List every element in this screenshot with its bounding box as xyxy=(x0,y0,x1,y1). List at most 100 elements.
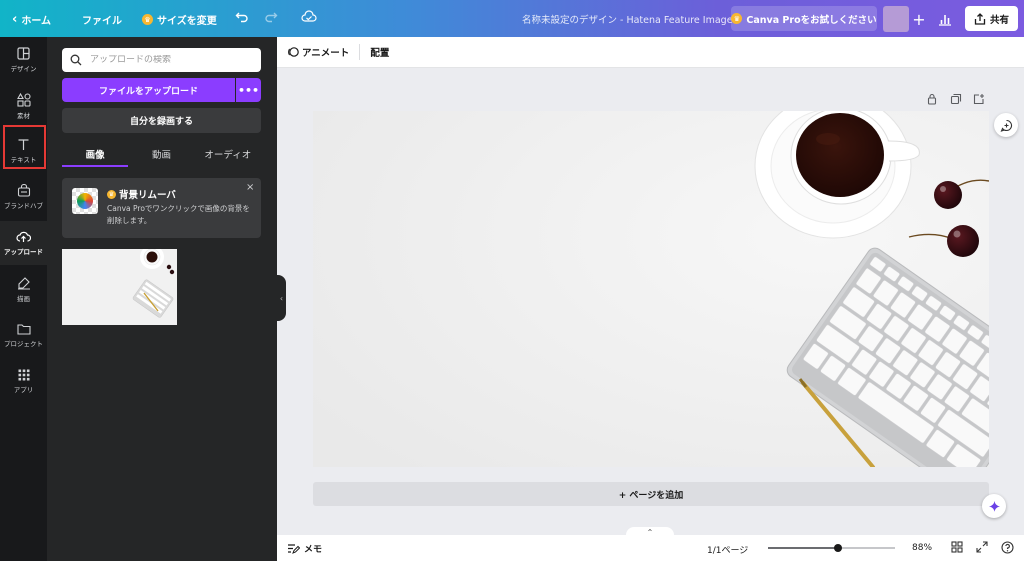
undo-icon xyxy=(235,12,248,23)
cloud-saved-icon xyxy=(301,10,317,22)
avatar[interactable] xyxy=(883,6,909,32)
cloud-save-status[interactable] xyxy=(301,10,317,24)
nav-label: ブランドハブ xyxy=(4,202,43,210)
document-title[interactable]: 名称未設定のデザイン - Hatena Feature Image xyxy=(522,12,733,26)
tab-images[interactable]: 画像 xyxy=(62,141,129,167)
nav-label: 描画 xyxy=(17,294,30,303)
uploaded-image-thumbnail[interactable] xyxy=(62,249,177,325)
close-icon[interactable]: × xyxy=(246,182,254,193)
notes-icon xyxy=(288,544,300,554)
tab-videos[interactable]: 動画 xyxy=(128,141,194,167)
chevron-left-icon: ‹ xyxy=(279,293,284,303)
nav-item-draw[interactable]: 描画 xyxy=(0,267,47,311)
zoom-slider-fill xyxy=(768,547,838,549)
folder-icon xyxy=(16,323,31,335)
insights-button[interactable] xyxy=(934,6,956,32)
expand-icon xyxy=(976,541,988,553)
chart-icon xyxy=(939,14,951,26)
nav-item-brand-hub[interactable]: ブランドハブ xyxy=(0,175,47,219)
design-canvas[interactable] xyxy=(313,111,989,467)
plus-icon: + xyxy=(912,9,926,29)
notes-button[interactable]: メモ xyxy=(287,542,322,555)
more-options-button[interactable]: ••• xyxy=(236,78,261,102)
draw-icon xyxy=(17,276,30,289)
search-box[interactable] xyxy=(62,48,261,72)
nav-item-design[interactable]: デザイン xyxy=(0,38,47,82)
duplicate-icon xyxy=(950,93,962,105)
canvas-background-photo xyxy=(313,111,989,467)
resize-label: サイズを変更 xyxy=(157,16,217,27)
file-label: ファイル xyxy=(82,16,122,27)
share-label: 共有 xyxy=(989,14,1009,26)
animate-button[interactable]: アニメート xyxy=(287,45,349,59)
add-comment-button[interactable] xyxy=(994,113,1018,137)
help-icon xyxy=(1001,541,1014,554)
crown-icon: ♛ xyxy=(731,13,743,24)
nav-item-uploads[interactable]: アップロード xyxy=(0,221,47,265)
home-button[interactable]: ‹ ホーム xyxy=(12,12,51,27)
bottom-bar: メモ 1/1ページ 88% xyxy=(277,535,1024,561)
chevron-left-icon: ‹ xyxy=(12,12,18,27)
zoom-level[interactable]: 88% xyxy=(912,543,932,553)
nav-label: アプリ xyxy=(13,385,34,394)
undo-button[interactable] xyxy=(235,10,249,24)
add-page-icon xyxy=(973,94,984,105)
pro-label: Canva Proをお試しください xyxy=(746,14,877,26)
toolbar-divider xyxy=(359,44,361,60)
crown-icon: ♛ xyxy=(107,189,116,199)
share-icon xyxy=(974,12,986,25)
add-page-icon-button[interactable] xyxy=(973,93,985,105)
add-page-button[interactable]: + ページを追加 xyxy=(313,482,989,506)
lock-icon xyxy=(927,93,937,105)
record-yourself-button[interactable]: 自分を録画する xyxy=(62,108,261,133)
help-button[interactable] xyxy=(1001,541,1014,557)
zoom-slider-handle[interactable] xyxy=(833,544,842,552)
redo-button[interactable] xyxy=(264,10,278,24)
notes-label: メモ xyxy=(304,545,323,555)
magic-assistant-button[interactable] xyxy=(982,494,1006,518)
home-label: ホーム xyxy=(21,16,52,27)
text-nav-highlight-box xyxy=(3,125,46,169)
context-toolbar: アニメート 配置 xyxy=(277,37,1024,68)
share-button[interactable]: 共有 xyxy=(965,6,1018,31)
grid-view-button[interactable] xyxy=(951,541,963,556)
nav-label: プロジェクト xyxy=(4,339,43,348)
top-bar: ‹ ホーム ファイル ♛ サイズを変更 名称未設定のデザイン - Hatena … xyxy=(0,0,1024,37)
fullscreen-button[interactable] xyxy=(976,541,988,556)
duplicate-page-button[interactable] xyxy=(950,93,962,105)
background-remover-icon xyxy=(72,188,98,214)
upload-icon xyxy=(16,231,31,242)
nav-item-projects[interactable]: プロジェクト xyxy=(0,313,47,357)
tab-audio[interactable]: オーディオ xyxy=(195,141,261,167)
apps-icon xyxy=(18,369,29,380)
canva-pro-trial-button[interactable]: ♛ Canva Proをお試しください xyxy=(731,6,877,31)
uploaded-photo-thumbnail xyxy=(62,249,177,325)
left-nav: デザイン 素材 テキスト ブランドハブ アップロード 描画 プロジェクト アプリ xyxy=(0,37,47,561)
nav-label: デザイン xyxy=(10,65,37,73)
animate-label: アニメート xyxy=(302,48,350,59)
position-button[interactable]: 配置 xyxy=(370,45,389,59)
collapse-panel-button[interactable]: ‹ xyxy=(277,275,286,321)
crown-icon: ♛ xyxy=(142,14,153,25)
resize-button[interactable]: ♛ サイズを変更 xyxy=(142,12,217,27)
sparkle-icon xyxy=(988,500,1000,512)
nav-item-apps[interactable]: アプリ xyxy=(0,359,47,403)
position-label: 配置 xyxy=(370,48,390,59)
grid-view-icon xyxy=(951,541,963,553)
nav-label: アップロード xyxy=(4,248,43,256)
nav-item-elements[interactable]: 素材 xyxy=(0,84,47,128)
redo-icon xyxy=(265,12,278,23)
add-collaborator-button[interactable]: + xyxy=(909,6,929,32)
zoom-slider[interactable] xyxy=(768,544,895,552)
promo-description: Canva Proでワンクリックで画像の背景を削除します。 xyxy=(107,204,250,225)
layout-icon xyxy=(17,47,30,60)
upload-file-button[interactable]: ファイルをアップロード xyxy=(62,78,235,102)
page-count[interactable]: 1/1ページ xyxy=(707,543,748,556)
background-remover-promo[interactable]: ♛ 背景リムーバ Canva Proでワンクリックで画像の背景を削除します。 × xyxy=(62,178,261,238)
brand-icon xyxy=(17,184,30,197)
page-lock-button[interactable] xyxy=(926,93,938,105)
promo-title: 背景リムーバ xyxy=(119,190,176,201)
search-input[interactable] xyxy=(90,55,250,65)
file-menu[interactable]: ファイル xyxy=(82,12,122,27)
uploads-panel: ファイルをアップロード ••• 自分を録画する 画像 動画 オーディオ ♛ 背景… xyxy=(47,37,277,561)
